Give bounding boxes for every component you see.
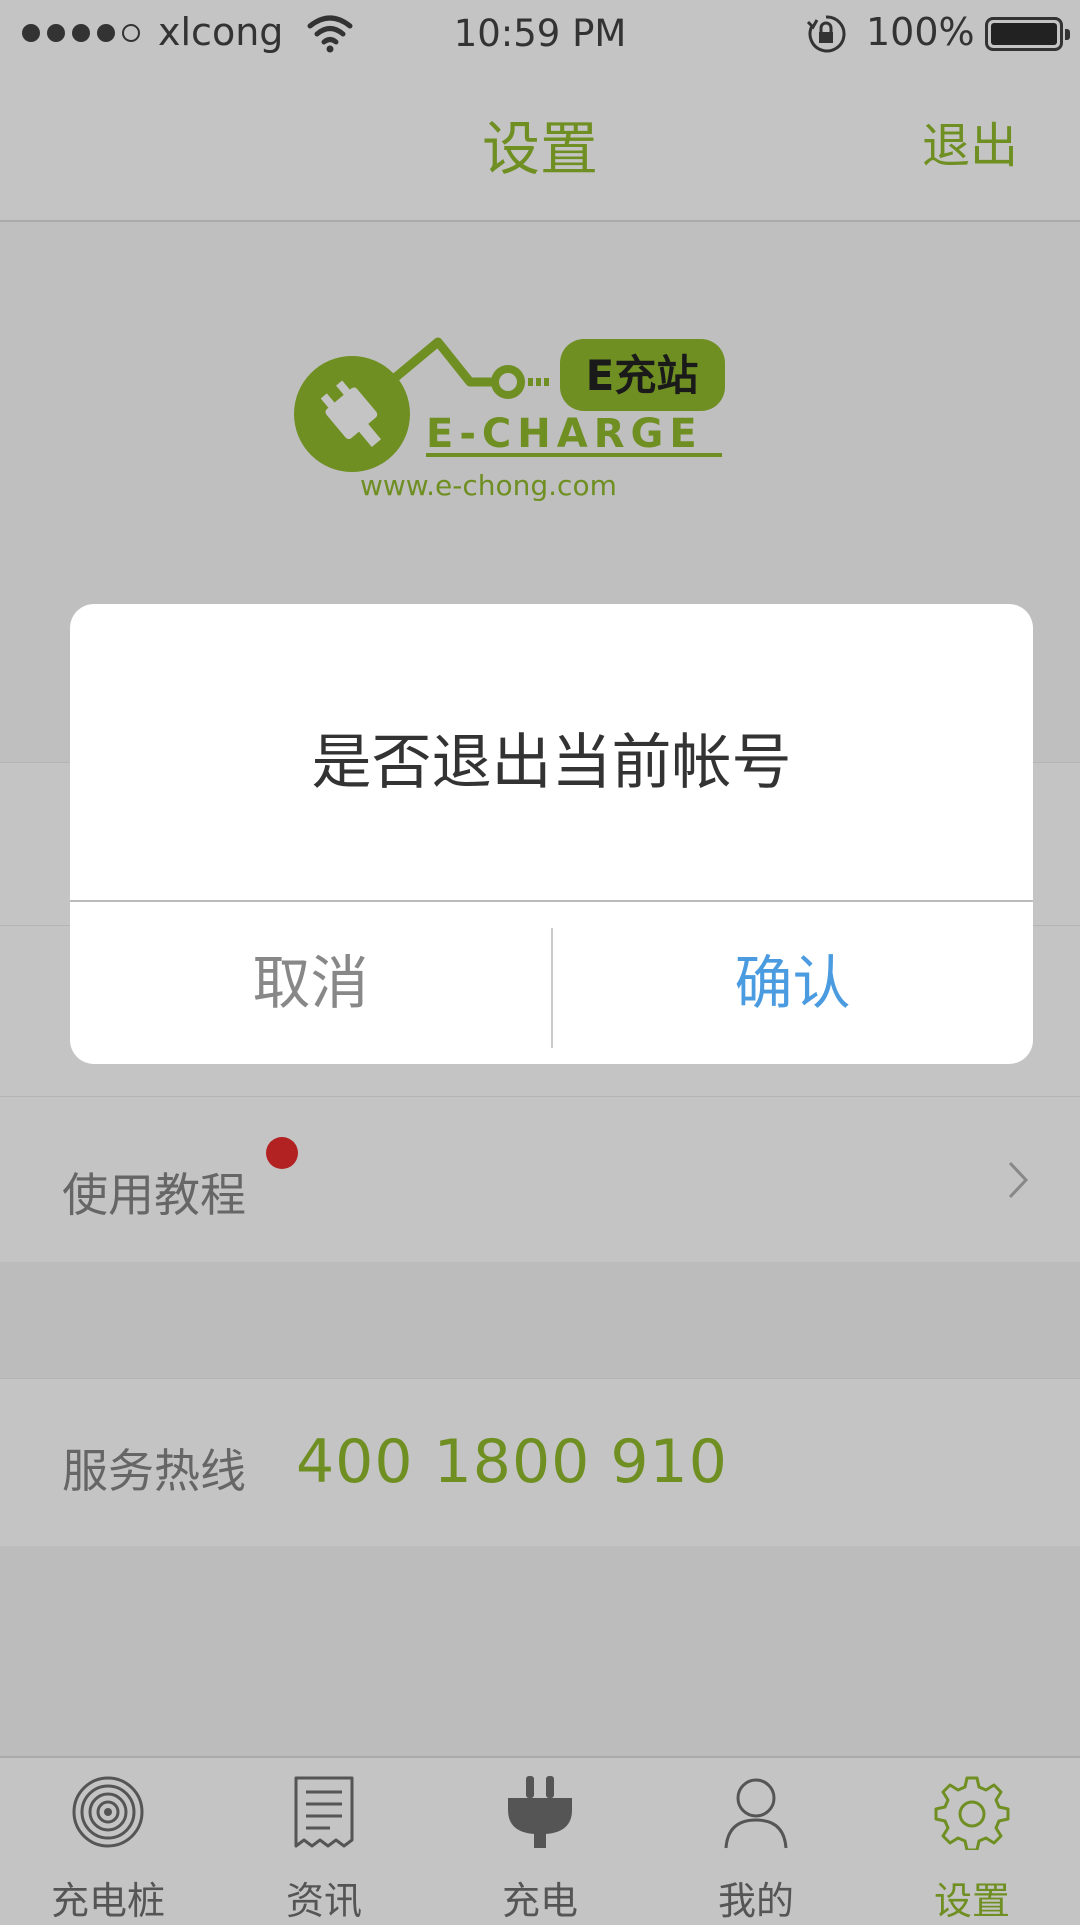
dialog-message: 是否退出当前帐号	[311, 728, 792, 798]
confirm-button[interactable]: 确认	[552, 902, 1033, 1064]
cancel-button[interactable]: 取消	[70, 902, 551, 1064]
logout-confirm-dialog: 是否退出当前帐号 取消 确认	[70, 604, 1033, 1064]
modal-overlay[interactable]: 是否退出当前帐号 取消 确认	[0, 0, 1080, 1917]
